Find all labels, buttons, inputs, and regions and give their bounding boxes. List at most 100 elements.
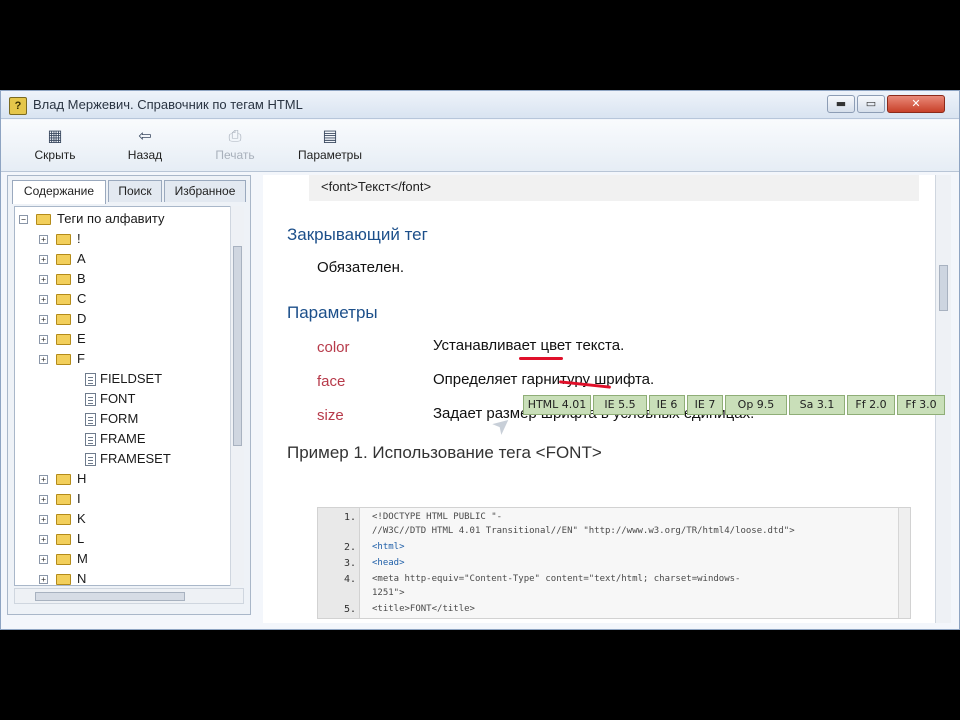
hide-label: Скрыть xyxy=(34,148,76,162)
options-icon: ▤ xyxy=(322,126,338,145)
tree-horizontal-scrollbar[interactable] xyxy=(14,588,244,604)
tree-item[interactable]: + L xyxy=(39,531,84,551)
expand-toggle-icon[interactable]: + xyxy=(39,235,48,245)
back-button[interactable]: ⇦ Назад xyxy=(105,126,185,168)
tree-item[interactable]: + K xyxy=(39,511,86,531)
expand-toggle-icon[interactable]: + xyxy=(39,575,48,585)
badge-ie6: IE 6 xyxy=(649,395,685,415)
options-button[interactable]: ▤ Параметры xyxy=(285,126,375,168)
tab-contents[interactable]: Содержание xyxy=(12,180,106,204)
code-line: //W3C//DTD HTML 4.01 Transitional//EN" "… xyxy=(372,526,795,536)
closing-tag-value: Обязателен. xyxy=(317,259,405,276)
expand-toggle-icon[interactable]: + xyxy=(39,555,48,565)
code-scrollbar[interactable] xyxy=(898,508,910,618)
folder-icon xyxy=(56,514,71,526)
folder-icon xyxy=(56,474,71,486)
param-face-link[interactable]: face xyxy=(317,373,345,390)
tree-item-label: E xyxy=(77,331,86,346)
content-scroll-thumb[interactable] xyxy=(939,265,948,311)
back-arrow-icon: ⇦ xyxy=(138,126,152,145)
expand-toggle-icon[interactable]: + xyxy=(39,295,48,305)
expand-toggle-icon[interactable]: + xyxy=(39,255,48,265)
open-folder-icon xyxy=(36,214,51,226)
line-number: 5. xyxy=(343,604,356,615)
badge-op95: Op 9.5 xyxy=(725,395,787,415)
tree-item[interactable]: + A xyxy=(39,251,86,271)
hide-pane-icon: ▦ xyxy=(47,126,63,145)
tree-item[interactable]: + F xyxy=(39,351,85,371)
close-button[interactable]: ✕ xyxy=(887,95,945,113)
collapse-toggle-icon[interactable]: − xyxy=(19,215,28,225)
page-icon xyxy=(85,453,96,467)
expand-toggle-icon[interactable]: + xyxy=(39,535,48,545)
print-icon: ⎙ xyxy=(228,126,242,145)
tree-item[interactable]: + I xyxy=(39,491,81,511)
code-line: <meta http-equiv="Content-Type" content=… xyxy=(372,574,741,584)
tree-hscroll-thumb[interactable] xyxy=(35,592,185,601)
badge-sa31: Sa 3.1 xyxy=(789,395,845,415)
window-title: Влад Мержевич. Справочник по тегам HTML xyxy=(33,97,303,112)
folder-icon xyxy=(56,574,71,585)
param-size-link[interactable]: size xyxy=(317,407,344,424)
tab-favorites[interactable]: Избранное xyxy=(164,180,246,202)
tree-item-label: FRAME xyxy=(100,431,146,446)
expand-toggle-icon[interactable]: + xyxy=(39,475,48,485)
folder-icon xyxy=(56,334,71,346)
tab-search[interactable]: Поиск xyxy=(108,180,162,202)
tree-item[interactable]: FRAMESET xyxy=(85,451,171,471)
expand-toggle-icon[interactable]: + xyxy=(39,275,48,285)
expand-toggle-icon[interactable]: + xyxy=(39,495,48,505)
tree-vertical-scrollbar[interactable] xyxy=(230,206,244,586)
title-bar[interactable]: ? Влад Мержевич. Справочник по тегам HTM… xyxy=(1,91,959,119)
expand-toggle-icon[interactable]: + xyxy=(39,315,48,325)
tree-item[interactable]: + C xyxy=(39,291,86,311)
tree-item-label: F xyxy=(77,351,85,366)
folder-icon xyxy=(56,554,71,566)
hide-button[interactable]: ▦ Скрыть xyxy=(15,126,95,168)
tree-item[interactable]: + D xyxy=(39,311,86,331)
toolbar: ▦ Скрыть ⇦ Назад ⎙ Печать ▤ Параметры xyxy=(1,120,959,172)
code-line: <title>FONT</title> xyxy=(372,604,475,614)
params-heading: Параметры xyxy=(287,303,378,322)
tree-item[interactable]: FRAME xyxy=(85,431,146,451)
example-code-box: 1. <!DOCTYPE HTML PUBLIC "- //W3C//DTD HTM… xyxy=(317,507,911,619)
options-label: Параметры xyxy=(298,148,362,162)
expand-toggle-icon[interactable]: + xyxy=(39,355,48,365)
tree-item-label: A xyxy=(77,251,86,266)
param-color-link[interactable]: color xyxy=(317,339,350,356)
minimize-button[interactable]: ▬ xyxy=(827,95,855,113)
contents-tree: − Теги по алфавиту +! + A + B + C + D + E + F FIELDSET F… xyxy=(14,206,244,586)
tree-item[interactable]: FIELDSET xyxy=(85,371,162,391)
print-button[interactable]: ⎙ Печать xyxy=(195,126,275,168)
line-number: 1. xyxy=(343,512,356,523)
back-label: Назад xyxy=(127,148,163,162)
param-color-desc: Устанавливает цвет текста. xyxy=(433,337,625,354)
folder-icon xyxy=(56,254,71,266)
badge-ff20: Ff 2.0 xyxy=(847,395,895,415)
badge-html401: HTML 4.01 xyxy=(523,395,591,415)
tree-item-label: FIELDSET xyxy=(100,371,163,386)
badge-ff30: Ff 3.0 xyxy=(897,395,945,415)
expand-toggle-icon[interactable]: + xyxy=(39,335,48,345)
tree-item[interactable]: +! xyxy=(39,231,81,251)
tree-item[interactable]: FONT xyxy=(85,391,135,411)
expand-toggle-icon[interactable]: + xyxy=(39,515,48,525)
app-window: ? Влад Мержевич. Справочник по тегам HTM… xyxy=(0,90,960,630)
tree-item[interactable]: + H xyxy=(39,471,86,491)
tree-item[interactable]: − Теги по алфавиту xyxy=(19,211,164,231)
tree-item[interactable]: + E xyxy=(39,331,86,351)
red-underline-mark xyxy=(519,357,563,360)
tree-item[interactable]: + N xyxy=(39,571,86,585)
help-app-icon: ? xyxy=(9,97,27,115)
line-number: 4. xyxy=(343,574,356,585)
tree-item-label: M xyxy=(77,551,88,566)
folder-icon xyxy=(56,234,71,246)
tree-scroll-thumb[interactable] xyxy=(233,246,242,446)
folder-icon xyxy=(56,274,71,286)
tree-item[interactable]: + M xyxy=(39,551,88,571)
badge-ie55: IE 5.5 xyxy=(593,395,647,415)
tree-item[interactable]: + B xyxy=(39,271,86,291)
maximize-button[interactable]: ▭ xyxy=(857,95,885,113)
tree-item-label: K xyxy=(77,511,86,526)
tree-item[interactable]: FORM xyxy=(85,411,138,431)
